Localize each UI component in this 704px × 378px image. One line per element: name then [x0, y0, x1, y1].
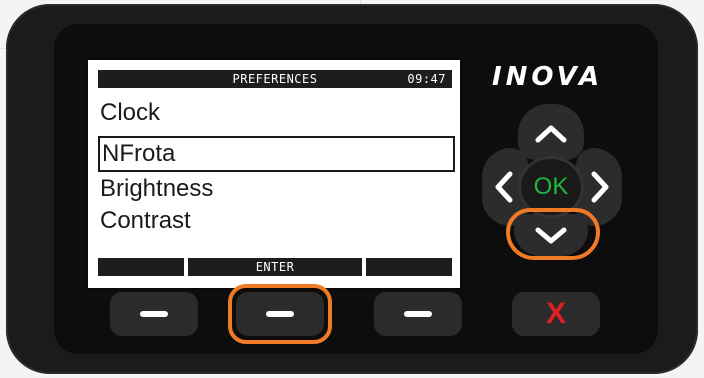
softkey-label-right: [366, 258, 452, 276]
menu-item-nfrota[interactable]: NFrota: [98, 136, 455, 172]
screen-clock: 09:47: [407, 72, 446, 86]
screen-header: PREFERENCES 09:47: [98, 70, 452, 88]
softkey-left-button[interactable]: [110, 292, 198, 336]
cancel-button[interactable]: X: [512, 292, 600, 336]
down-button-highlight: [506, 208, 600, 260]
ok-button[interactable]: OK: [521, 159, 581, 215]
lcd-screen: PREFERENCES 09:47 Clock NFrota Brightnes…: [86, 58, 462, 290]
softkey-bar: ENTER: [98, 258, 452, 276]
softkey-center-highlight: [228, 284, 332, 344]
softkey-label-center: ENTER: [188, 258, 362, 276]
menu-item-contrast[interactable]: Contrast: [98, 206, 191, 236]
screen-title: PREFERENCES: [232, 72, 318, 86]
dash-icon: [404, 311, 432, 317]
dash-icon: [140, 311, 168, 317]
menu-item-clock[interactable]: Clock: [98, 98, 160, 128]
menu-item-brightness[interactable]: Brightness: [98, 174, 213, 204]
brand-logo: INOVA: [492, 62, 604, 92]
softkey-right-button[interactable]: [374, 292, 462, 336]
softkey-label-left: [98, 258, 184, 276]
